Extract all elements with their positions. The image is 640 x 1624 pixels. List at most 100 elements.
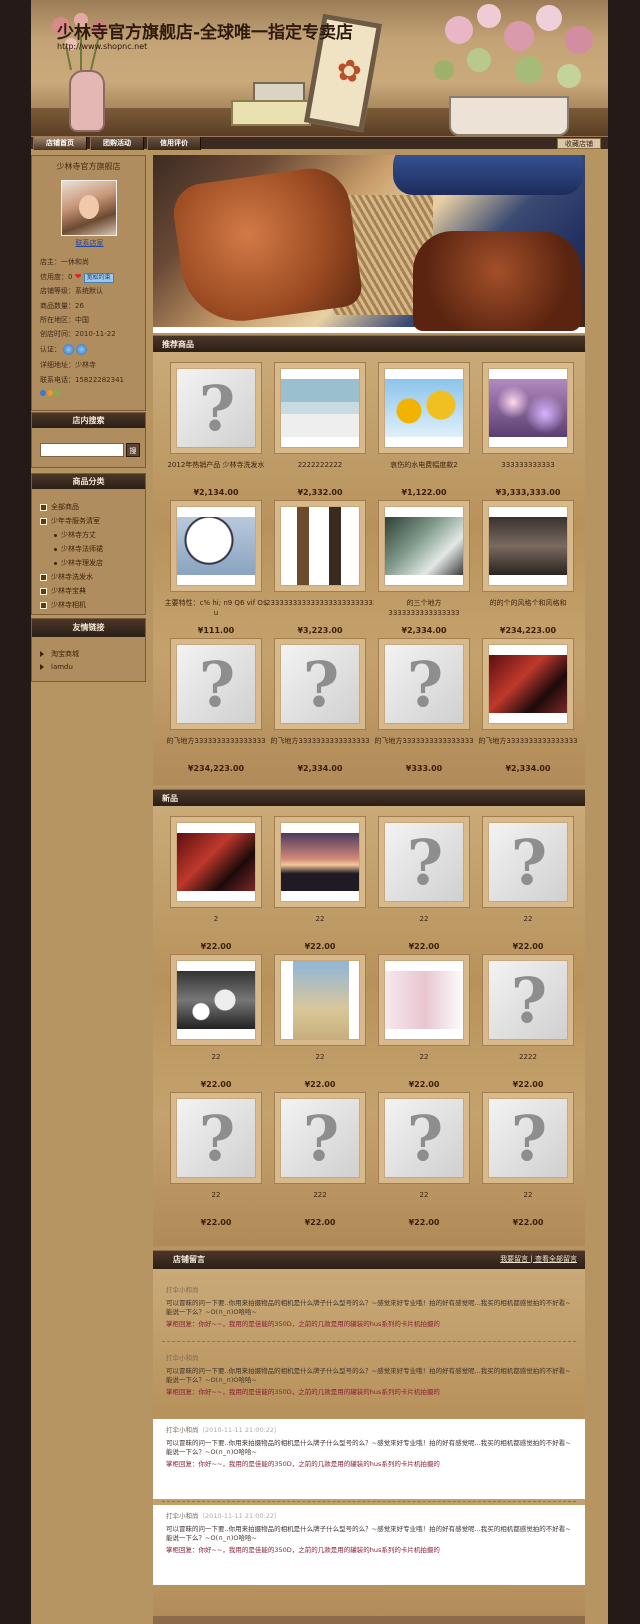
msn-icon[interactable] bbox=[54, 390, 60, 396]
product-thumbnail[interactable]: ? bbox=[482, 816, 574, 908]
product-image[interactable]: ? bbox=[176, 1098, 256, 1178]
product-thumbnail[interactable]: ? bbox=[378, 816, 470, 908]
friend-link[interactable]: 淘宝商城 bbox=[40, 649, 79, 659]
product-name[interactable]: 22 bbox=[370, 1190, 478, 1210]
product-thumbnail[interactable] bbox=[378, 362, 470, 454]
product-thumbnail[interactable] bbox=[482, 638, 574, 730]
product-thumbnail[interactable] bbox=[170, 816, 262, 908]
product-name[interactable]: 22 bbox=[162, 1052, 270, 1072]
favorite-shop-button[interactable]: 收藏店铺 bbox=[557, 138, 601, 149]
message-user[interactable]: 打伞小和尚 bbox=[166, 1354, 199, 1362]
product-image[interactable]: ? bbox=[176, 368, 256, 448]
product-name[interactable]: 2222 bbox=[474, 1052, 582, 1072]
product-name[interactable]: 22 bbox=[266, 914, 374, 934]
im-icons[interactable] bbox=[40, 390, 61, 398]
product-thumbnail[interactable] bbox=[378, 954, 470, 1046]
product-image[interactable] bbox=[384, 960, 464, 1040]
product-image[interactable]: ? bbox=[384, 1098, 464, 1178]
product-name[interactable]: 222 bbox=[266, 1190, 374, 1210]
message-user[interactable]: 打伞小和尚 bbox=[166, 1512, 199, 1520]
product-name[interactable]: 2012年热销产品 少林寺洗发水 bbox=[162, 460, 270, 480]
product-thumbnail[interactable]: ? bbox=[378, 1092, 470, 1184]
messages-links[interactable]: 我要留言 | 查看全部留言 bbox=[500, 1254, 577, 1264]
product-name[interactable]: 22 bbox=[474, 914, 582, 934]
product-name[interactable]: 哀伤的水电费幅度款2 bbox=[370, 460, 478, 480]
product-thumbnail[interactable] bbox=[170, 500, 262, 592]
product-thumbnail[interactable] bbox=[274, 954, 366, 1046]
product-image[interactable] bbox=[384, 368, 464, 448]
product-thumbnail[interactable]: ? bbox=[482, 954, 574, 1046]
subcategory-item[interactable]: 少林寺方丈 bbox=[54, 530, 96, 540]
product-thumbnail[interactable]: ? bbox=[170, 362, 262, 454]
product-name[interactable]: 的飞地方3333333333333333 bbox=[266, 736, 374, 756]
product-image[interactable]: ? bbox=[488, 822, 568, 902]
tab-home[interactable]: 店铺首页 bbox=[33, 137, 87, 150]
product-thumbnail[interactable] bbox=[378, 500, 470, 592]
product-name[interactable]: 主要特性：c% hi; n9 Q6 vif O$ u bbox=[162, 598, 270, 618]
product-image[interactable] bbox=[280, 960, 360, 1040]
product-name[interactable]: 22 bbox=[370, 1052, 478, 1072]
qq-icon[interactable] bbox=[40, 390, 46, 396]
product-image[interactable] bbox=[384, 506, 464, 586]
message-user[interactable]: 打伞小和尚 bbox=[166, 1426, 199, 1434]
product-image[interactable]: ? bbox=[280, 644, 360, 724]
product-image[interactable]: ? bbox=[384, 822, 464, 902]
product-image[interactable] bbox=[280, 506, 360, 586]
product-image[interactable] bbox=[176, 960, 256, 1040]
tab-groupbuy[interactable]: 团购活动 bbox=[90, 137, 144, 150]
product-image[interactable]: ? bbox=[280, 1098, 360, 1178]
product-image[interactable] bbox=[488, 368, 568, 448]
product-name[interactable]: 2 bbox=[162, 914, 270, 934]
product-thumbnail[interactable]: ? bbox=[170, 1092, 262, 1184]
product-name[interactable]: 的飞地方3333333333333333 bbox=[162, 736, 270, 756]
hero-banner-image[interactable] bbox=[153, 155, 585, 333]
product-thumbnail[interactable]: ? bbox=[378, 638, 470, 730]
wangwang-icon[interactable] bbox=[47, 390, 53, 396]
category-item[interactable]: 全部商品 bbox=[40, 502, 79, 512]
category-item[interactable]: 少年寺服务清室 bbox=[40, 516, 100, 526]
product-name[interactable]: 的飞地方3333333333333333 bbox=[370, 736, 478, 756]
product-image[interactable] bbox=[280, 822, 360, 902]
product-image[interactable] bbox=[176, 506, 256, 586]
search-button[interactable]: 搜 bbox=[126, 443, 140, 457]
product-thumbnail[interactable]: ? bbox=[274, 1092, 366, 1184]
product-image[interactable] bbox=[176, 822, 256, 902]
product-name[interactable]: 2222222222 bbox=[266, 460, 374, 480]
subcategory-item[interactable]: 少林寺法师裙 bbox=[54, 544, 103, 554]
product-image[interactable]: ? bbox=[384, 644, 464, 724]
product-image[interactable] bbox=[488, 644, 568, 724]
product-name[interactable]: 22 bbox=[474, 1190, 582, 1210]
product-thumbnail[interactable]: ? bbox=[274, 638, 366, 730]
category-item[interactable]: 少林寺宝典 bbox=[40, 586, 86, 596]
category-item[interactable]: 少林寺相机 bbox=[40, 600, 86, 610]
product-thumbnail[interactable] bbox=[274, 362, 366, 454]
product-thumbnail[interactable] bbox=[482, 362, 574, 454]
product-image[interactable]: ? bbox=[176, 644, 256, 724]
product-name[interactable]: 22 bbox=[370, 914, 478, 934]
subcategory-item[interactable]: 少林寺理发店 bbox=[54, 558, 103, 568]
shop-url[interactable]: http://www.shopnc.net bbox=[57, 42, 147, 51]
product-name[interactable]: 的三个地方 3333333333333333 bbox=[370, 598, 478, 618]
message-user[interactable]: 打伞小和尚 bbox=[166, 1286, 199, 1294]
product-name[interactable]: 22 bbox=[266, 1052, 374, 1072]
product-name[interactable]: 的的个的风格个和风格和 bbox=[474, 598, 582, 618]
product-image[interactable] bbox=[488, 506, 568, 586]
product-image[interactable] bbox=[280, 368, 360, 448]
product-thumbnail[interactable]: ? bbox=[482, 1092, 574, 1184]
category-item[interactable]: 少林寺洗发水 bbox=[40, 572, 93, 582]
product-name[interactable]: 333333333333 bbox=[474, 460, 582, 480]
product-name[interactable]: 2333333333333333333333333 bbox=[266, 598, 374, 618]
product-name[interactable]: 22 bbox=[162, 1190, 270, 1210]
product-thumbnail[interactable]: ? bbox=[170, 638, 262, 730]
product-thumbnail[interactable] bbox=[482, 500, 574, 592]
product-image[interactable]: ? bbox=[488, 1098, 568, 1178]
product-thumbnail[interactable] bbox=[274, 816, 366, 908]
friend-link[interactable]: lamdu bbox=[40, 663, 73, 671]
tab-reviews[interactable]: 信用评价 bbox=[147, 137, 201, 150]
product-image[interactable]: ? bbox=[488, 960, 568, 1040]
search-input[interactable] bbox=[40, 443, 124, 457]
contact-seller-link[interactable]: 联系店家 bbox=[32, 238, 147, 248]
product-thumbnail[interactable] bbox=[274, 500, 366, 592]
product-thumbnail[interactable] bbox=[170, 954, 262, 1046]
product-name[interactable]: 的飞地方3333333333333333 bbox=[474, 736, 582, 756]
